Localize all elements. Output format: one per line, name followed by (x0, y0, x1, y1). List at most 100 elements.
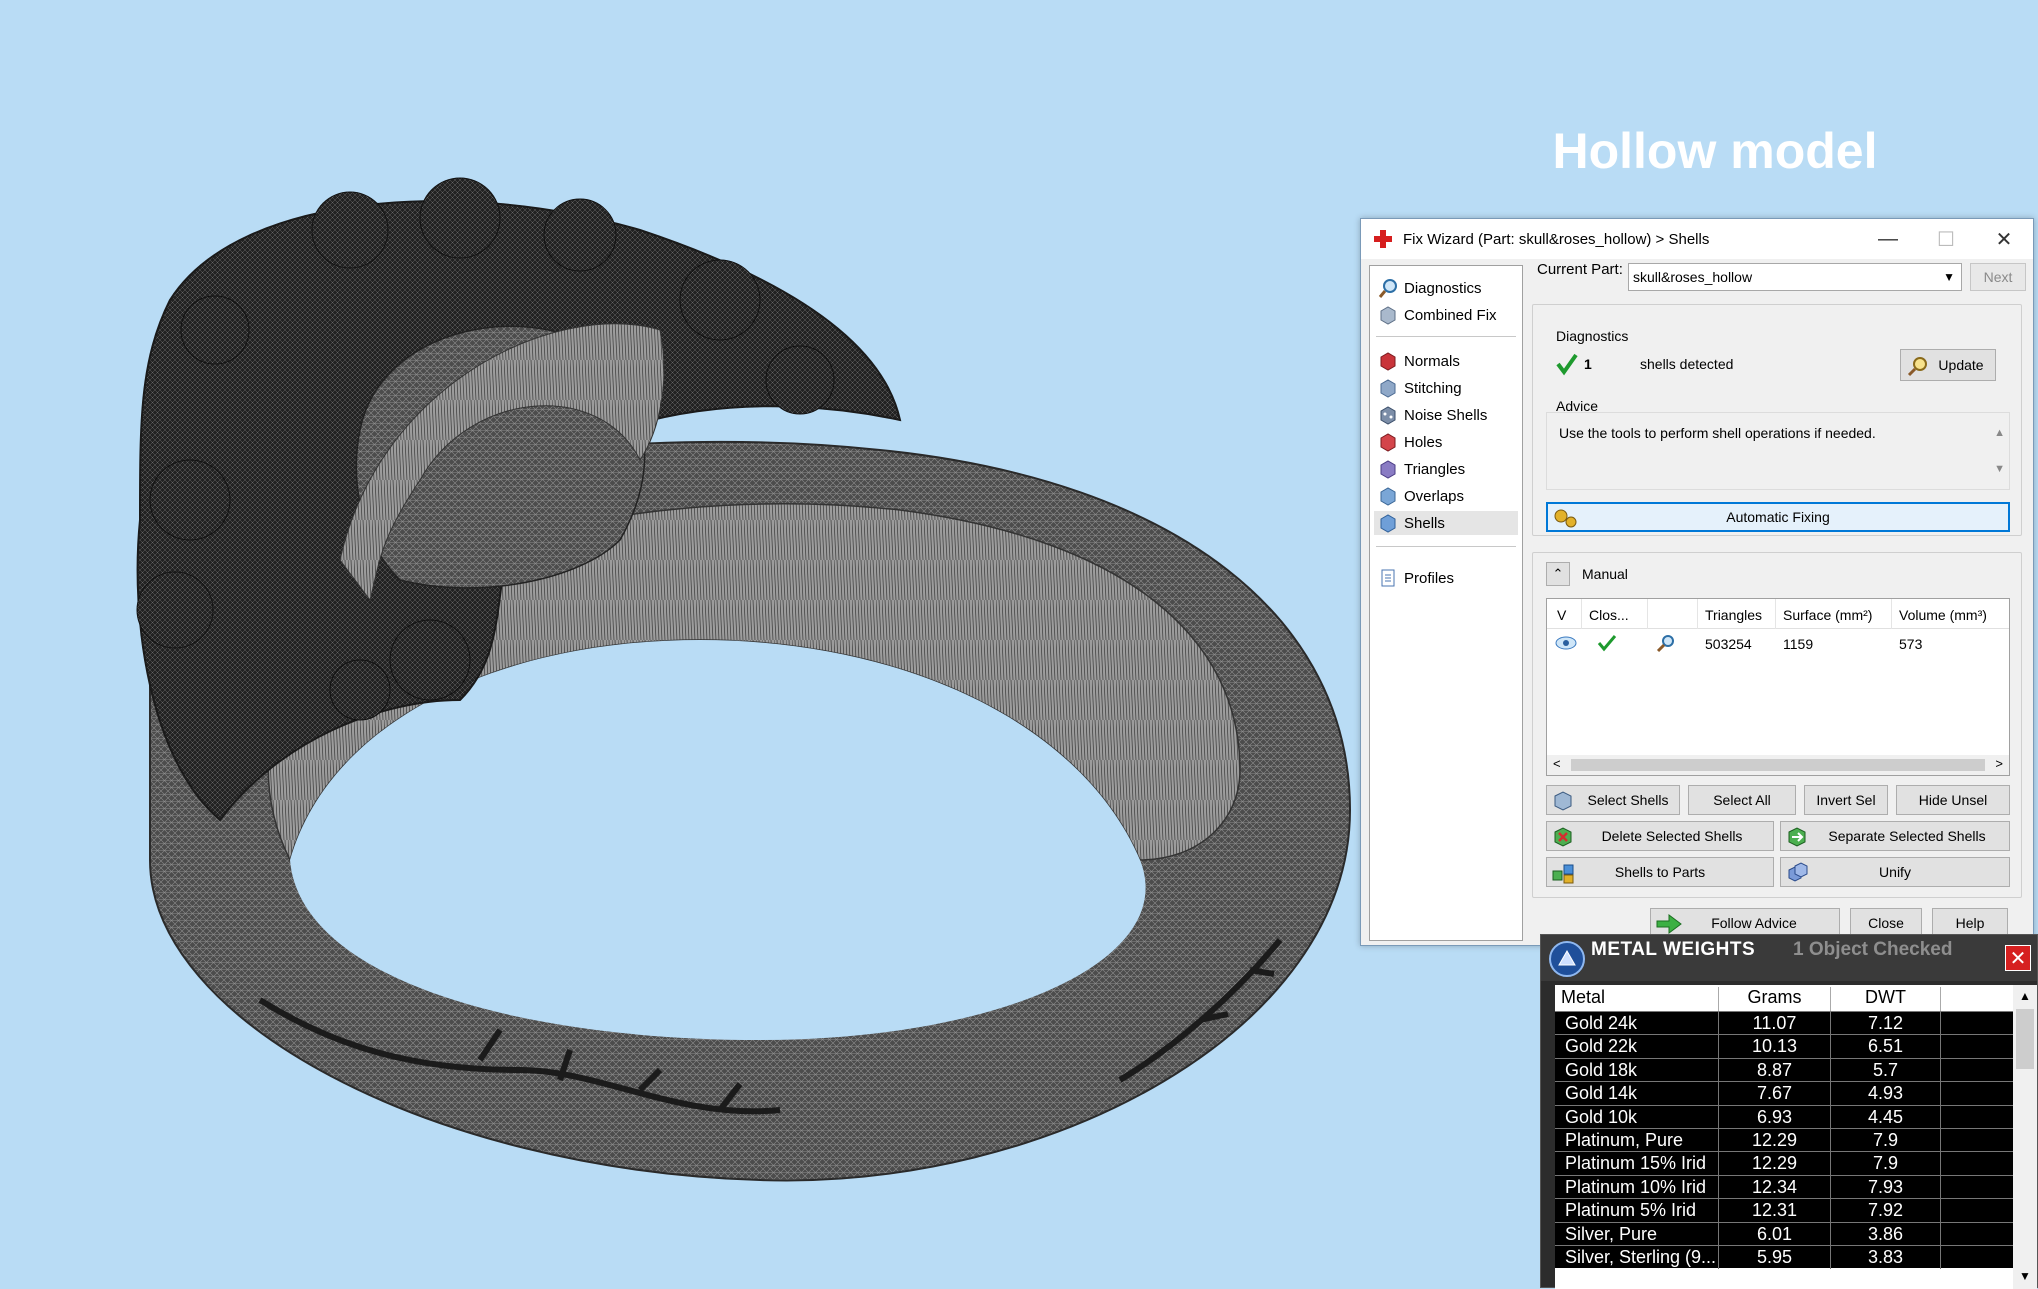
select-all-button[interactable]: Select All (1688, 785, 1796, 815)
metal-name: Gold 24k (1561, 1012, 1719, 1035)
col-closed[interactable]: Clos... (1589, 607, 1629, 623)
volume-value: 573 (1899, 636, 1923, 652)
maximize-button[interactable]: ☐ (1917, 219, 1975, 259)
select-shells-button[interactable]: Select Shells (1546, 785, 1680, 815)
nav-item-shells[interactable]: Shells (1374, 511, 1518, 535)
hide-unsel-button[interactable]: Hide Unsel (1896, 785, 2010, 815)
metal-row[interactable]: Gold 14k 7.67 4.93 (1555, 1081, 2013, 1106)
automatic-fixing-button[interactable]: Automatic Fixing (1546, 502, 2010, 532)
nav-item-triangles[interactable]: Triangles (1374, 457, 1518, 481)
red-cross-icon (1373, 229, 1393, 249)
shells-to-parts-button[interactable]: Shells to Parts (1546, 857, 1774, 887)
nav-label: Stitching (1404, 379, 1462, 397)
scrollbar-thumb[interactable] (2016, 1009, 2034, 1069)
collapse-chevron-icon[interactable]: ⌃ (1546, 562, 1570, 586)
minimize-button[interactable]: — (1859, 219, 1917, 259)
green-arrow-icon (1655, 912, 1682, 936)
metal-row[interactable]: Platinum 10% Irid 12.34 7.93 (1555, 1174, 2013, 1199)
nav-item-normals[interactable]: Normals (1374, 349, 1518, 373)
nav-label: Profiles (1404, 569, 1455, 587)
unify-button[interactable]: Unify (1780, 857, 2010, 887)
current-part-dropdown[interactable]: skull&roses_hollow ▼ (1628, 263, 1962, 291)
navigation-panel: Diagnostics Combined Fix Normals Stitchi… (1369, 265, 1523, 941)
table-header: V Clos... Triangles Surface (mm²) Volume… (1547, 599, 2009, 629)
green-check-icon (1556, 352, 1578, 376)
col-triangles[interactable]: Triangles (1705, 607, 1762, 623)
unify-label: Unify (1879, 864, 1911, 880)
nav-item-stitching[interactable]: Stitching (1374, 376, 1518, 400)
metal-grams: 7.67 (1719, 1082, 1831, 1106)
shells-to-parts-label: Shells to Parts (1614, 864, 1706, 880)
nav-item-holes[interactable]: Holes (1374, 430, 1518, 454)
update-button[interactable]: Update (1900, 349, 1996, 381)
metal-dwt: 5.7 (1831, 1058, 1941, 1082)
delete-selected-label: Delete Selected Shells (1601, 828, 1743, 844)
nav-item-combined-fix[interactable]: Combined Fix (1374, 303, 1518, 327)
col-visible[interactable]: V (1557, 607, 1566, 623)
scroll-left-icon[interactable]: < (1553, 756, 1561, 771)
metal-name: Silver, Pure (1561, 1222, 1719, 1246)
window-title: Fix Wizard (Part: skull&roses_hollow) > … (1403, 230, 1710, 248)
shells-detected-text: shells detected (1640, 356, 1734, 372)
metal-name: Platinum 5% Irid (1561, 1199, 1719, 1223)
metal-row[interactable]: Gold 10k 6.93 4.45 (1555, 1104, 2013, 1129)
nav-item-diagnostics[interactable]: Diagnostics (1374, 276, 1518, 300)
separate-cube-icon (1785, 825, 1811, 849)
magnifier-icon[interactable] (1655, 633, 1677, 656)
next-button[interactable]: Next (1970, 263, 2026, 291)
metal-dwt: 7.12 (1831, 1012, 1941, 1035)
parts-cubes-icon (1551, 861, 1577, 885)
metal-row[interactable]: Silver, Pure 6.01 3.86 (1555, 1221, 2013, 1246)
triangles-cube-icon (1378, 459, 1398, 479)
metal-dwt: 3.86 (1831, 1222, 1941, 1246)
metal-dwt: 7.9 (1831, 1129, 1941, 1152)
metal-grams: 6.93 (1719, 1105, 1831, 1129)
shells-table[interactable]: V Clos... Triangles Surface (mm²) Volume… (1546, 598, 2010, 776)
metal-row[interactable]: Platinum 5% Irid 12.31 7.92 (1555, 1198, 2013, 1223)
diagnostics-title: Diagnostics (1554, 328, 1631, 344)
col-grams: Grams (1719, 987, 1831, 1011)
separate-selected-shells-button[interactable]: Separate Selected Shells (1780, 821, 2010, 851)
metal-weights-title: METAL WEIGHTS (1591, 939, 1756, 960)
scroll-up-icon[interactable]: ▲ (1994, 427, 2005, 439)
eye-icon[interactable] (1555, 635, 1577, 654)
close-panel-button[interactable]: ✕ (2005, 945, 2031, 971)
col-volume[interactable]: Volume (mm³) (1899, 607, 1987, 623)
metal-name: Platinum 10% Irid (1561, 1175, 1719, 1199)
scroll-up-icon[interactable]: ▲ (2019, 989, 2031, 1003)
delete-selected-shells-button[interactable]: Delete Selected Shells (1546, 821, 1774, 851)
metal-name: Platinum 15% Irid (1561, 1152, 1719, 1176)
nav-item-noise-shells[interactable]: Noise Shells (1374, 403, 1518, 427)
holes-cube-icon (1378, 432, 1398, 452)
table-row[interactable]: 503254 1159 573 (1547, 631, 2009, 657)
close-window-button[interactable]: ✕ (1975, 219, 2033, 259)
metal-row[interactable]: Platinum 15% Irid 12.29 7.9 (1555, 1151, 2013, 1176)
current-part-label: Current Part: (1537, 261, 1623, 278)
col-surface[interactable]: Surface (mm²) (1783, 607, 1872, 623)
vertical-scrollbar[interactable]: ▲ ▼ (2013, 985, 2037, 1289)
horizontal-scrollbar[interactable]: < > (1547, 755, 2009, 775)
scroll-down-icon[interactable]: ▼ (1994, 463, 2005, 475)
metal-row[interactable]: Gold 18k 8.87 5.7 (1555, 1057, 2013, 1082)
metal-row[interactable]: Gold 22k 10.13 6.51 (1555, 1034, 2013, 1059)
table-header: Metal Grams DWT (1555, 985, 2013, 1011)
fix-wizard-titlebar[interactable]: Fix Wizard (Part: skull&roses_hollow) > … (1361, 219, 2033, 259)
scrollbar-thumb[interactable] (1571, 759, 1985, 771)
scroll-down-icon[interactable]: ▼ (2019, 1269, 2031, 1283)
manual-title: Manual (1582, 566, 1628, 582)
metal-row[interactable]: Gold 24k 11.07 7.12 (1555, 1011, 2013, 1035)
metal-row[interactable]: Silver, Sterling (9... 5.95 3.83 (1555, 1245, 2013, 1269)
automatic-fixing-label: Automatic Fixing (1726, 509, 1830, 525)
nav-item-overlaps[interactable]: Overlaps (1374, 484, 1518, 508)
metal-row[interactable]: Platinum, Pure 12.29 7.9 (1555, 1128, 2013, 1152)
metal-weights-panel[interactable]: METAL WEIGHTS 1 Object Checked ✕ Metal G… (1540, 934, 2038, 1289)
metal-weights-header[interactable]: METAL WEIGHTS 1 Object Checked ✕ (1541, 935, 2037, 981)
shells-cube-icon (1378, 513, 1398, 533)
delete-cube-icon (1551, 825, 1577, 849)
scroll-right-icon[interactable]: > (1995, 756, 2003, 771)
stitching-cube-icon (1378, 378, 1398, 398)
nav-item-profiles[interactable]: Profiles (1374, 566, 1518, 590)
shells-count: 1 (1584, 356, 1592, 372)
invert-sel-button[interactable]: Invert Sel (1804, 785, 1888, 815)
nav-label: Combined Fix (1404, 306, 1497, 324)
